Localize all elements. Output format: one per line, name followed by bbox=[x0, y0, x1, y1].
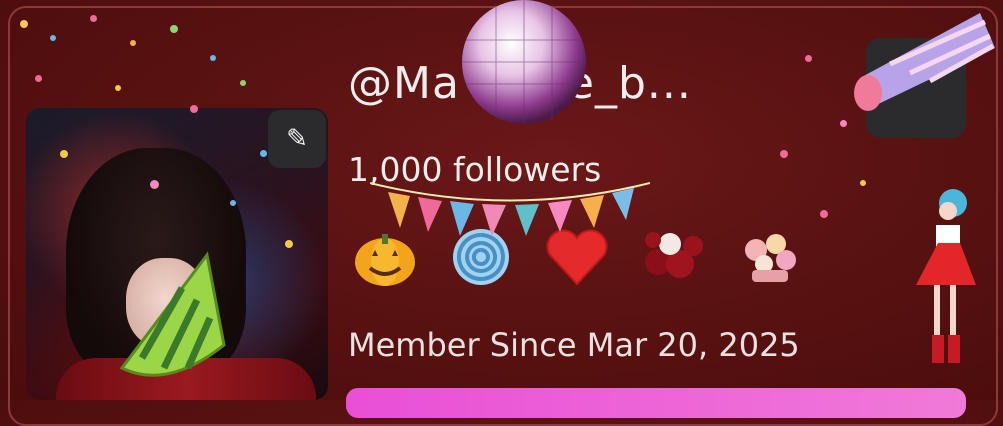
member-since: Member Since Mar 20, 2025 bbox=[348, 326, 800, 364]
pencil-icon: ✎ bbox=[286, 124, 308, 154]
heart-badge[interactable] bbox=[542, 222, 612, 292]
badge-row bbox=[350, 222, 804, 292]
rose-bouquet-badge[interactable] bbox=[638, 222, 708, 292]
swirl-candy-badge[interactable] bbox=[446, 222, 516, 292]
profile-options-button[interactable] bbox=[866, 38, 966, 138]
followers-count[interactable]: 1,000 followers bbox=[348, 150, 601, 189]
avatar-dress bbox=[56, 358, 316, 400]
flower-bouquet-badge[interactable] bbox=[734, 222, 804, 292]
pumpkin-badge[interactable] bbox=[350, 222, 420, 292]
edit-avatar-button[interactable]: ✎ bbox=[268, 110, 326, 168]
username: @Ma wave_b... bbox=[348, 58, 692, 109]
primary-action-button[interactable] bbox=[346, 388, 966, 418]
avatar-face bbox=[126, 258, 206, 348]
